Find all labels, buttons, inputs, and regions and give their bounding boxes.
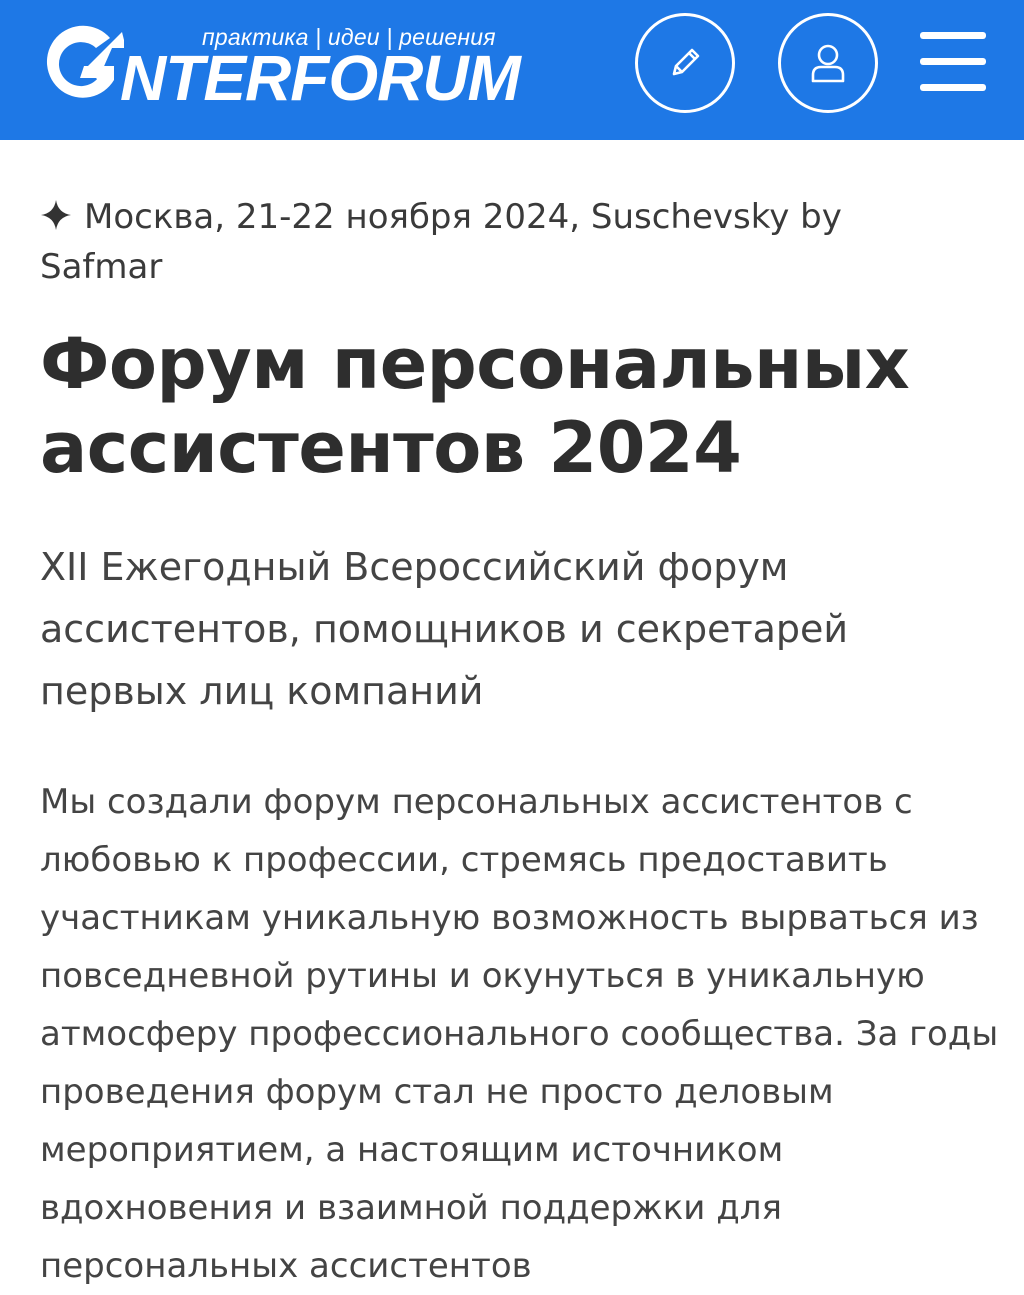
user-account-button[interactable]: [778, 13, 878, 113]
site-header: практика | идеи | решения NTERFORUM: [0, 0, 1024, 140]
event-meta: Москва, 21-22 ноября 2024, Suschevsky by…: [40, 192, 970, 292]
user-icon: [811, 44, 845, 83]
page-title: Форум персональных ассистентов 2024: [40, 323, 910, 489]
event-meta-text: Москва, 21-22 ноября 2024, Suschevsky by…: [40, 197, 842, 287]
sparkle-icon: [41, 200, 71, 230]
site-logo[interactable]: практика | идеи | решения NTERFORUM: [40, 16, 521, 116]
logo-g-mark-icon: [46, 25, 124, 98]
hamburger-menu-button[interactable]: [920, 32, 986, 92]
hamburger-line: [920, 84, 986, 91]
event-subtitle: XII Ежегодный Всероссийский форум ассист…: [40, 545, 849, 713]
edit-button[interactable]: [635, 13, 735, 113]
hamburger-line: [920, 58, 986, 65]
logo-wordmark: NTERFORUM: [120, 42, 521, 114]
hamburger-line: [920, 32, 986, 39]
pencil-icon: [672, 48, 700, 76]
event-description: Мы создали форум персональных ассистенто…: [40, 782, 999, 1286]
